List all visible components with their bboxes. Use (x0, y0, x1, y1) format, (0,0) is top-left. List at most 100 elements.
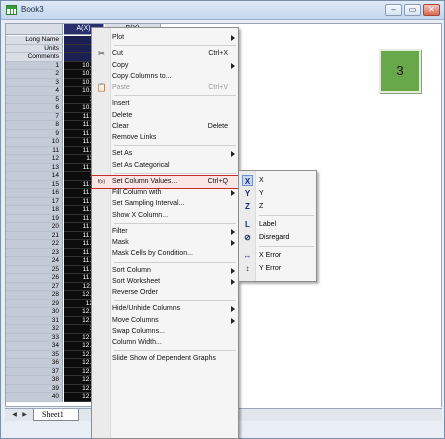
row-header[interactable]: Units (6, 44, 63, 53)
row-header[interactable]: 9 (6, 129, 63, 138)
submenu-item-disregard[interactable]: ⊘ Disregard (239, 231, 316, 244)
sheet-tab[interactable]: Sheet1 (33, 409, 79, 421)
row-header[interactable]: 31 (6, 316, 63, 325)
menu-item-show-x-column[interactable]: Show X Column... (92, 210, 238, 222)
row-header[interactable]: 7 (6, 112, 63, 121)
menu-item-paste[interactable]: 📋 Paste Ctrl+V (92, 82, 238, 94)
menu-item-set-as-categorical[interactable]: Set As Categorical (92, 160, 238, 172)
row-header[interactable]: 30 (6, 308, 63, 317)
row-header[interactable]: 15 (6, 180, 63, 189)
menu-item-mask[interactable]: Mask (92, 237, 238, 249)
row-header[interactable]: 32 (6, 325, 63, 334)
menu-item-set-column-values[interactable]: f(x) Set Column Values... Ctrl+Q (91, 174, 239, 189)
row-header[interactable]: 5 (6, 95, 63, 104)
menu-item-move-columns[interactable]: Move Columns (92, 315, 238, 327)
menu-item-slide-show-of-dependent-graphs[interactable]: Slide Show of Dependent Graphs (92, 353, 238, 365)
row-header[interactable]: 19 (6, 214, 63, 223)
x-error-designation-icon: ↔ (243, 251, 252, 260)
submenu-item-z[interactable]: ZZ (239, 200, 316, 213)
menu-item-label: Show X Column... (112, 211, 169, 219)
row-header[interactable]: 35 (6, 350, 63, 359)
row-header[interactable]: 16 (6, 189, 63, 198)
menu-item-label: Cut (112, 50, 123, 58)
restore-button[interactable]: ▭ (404, 4, 421, 16)
row-header[interactable]: 38 (6, 376, 63, 385)
row-header[interactable]: 26 (6, 274, 63, 283)
minimize-button[interactable]: – (385, 4, 402, 16)
row-header[interactable]: 10 (6, 138, 63, 147)
menu-item-filter[interactable]: Filter (92, 226, 238, 238)
row-header[interactable]: 20 (6, 223, 63, 232)
menu-item-icon: 📋 (96, 83, 107, 92)
menu-item-label: Slide Show of Dependent Graphs (112, 355, 216, 363)
row-header[interactable]: 4 (6, 87, 63, 96)
menu-item-swap-columns[interactable]: Swap Columns... (92, 326, 238, 338)
menu-item-cut[interactable]: ✂ Cut Ctrl+X (92, 48, 238, 60)
row-header[interactable]: 18 (6, 206, 63, 215)
label-designation-icon: L (245, 220, 250, 229)
submenu-item-y[interactable]: YY (239, 187, 316, 200)
row-header[interactable]: 27 (6, 282, 63, 291)
row-header[interactable]: 2 (6, 70, 63, 79)
row-header[interactable]: 1 (6, 61, 63, 70)
row-header[interactable]: 28 (6, 291, 63, 300)
row-header[interactable]: Long Name (6, 36, 63, 45)
menu-item-sort-column[interactable]: Sort Column (92, 265, 238, 277)
tab-scroll-right-icon[interactable]: ▶ (20, 411, 29, 420)
menu-item-sort-worksheet[interactable]: Sort Worksheet (92, 276, 238, 288)
row-header[interactable]: 29 (6, 299, 63, 308)
menu-item-clear[interactable]: Clear Delete (92, 121, 238, 133)
row-header[interactable]: 21 (6, 231, 63, 240)
row-header[interactable]: 12 (6, 155, 63, 164)
row-header[interactable]: 36 (6, 359, 63, 368)
submenu-arrow-icon (231, 228, 235, 235)
row-header[interactable]: 3 (6, 78, 63, 87)
menu-item-insert[interactable]: Insert (92, 98, 238, 110)
menu-item-fill-column-with[interactable]: Fill Column with (92, 187, 238, 199)
row-header[interactable]: 33 (6, 333, 63, 342)
row-header[interactable]: 37 (6, 367, 63, 376)
submenu-arrow-icon (231, 317, 235, 324)
menu-item-copy-columns-to[interactable]: Copy Columns to... (92, 71, 238, 83)
submenu-item-x-error[interactable]: ↔ X Error (239, 249, 316, 262)
menu-separator (114, 145, 236, 147)
row-header[interactable]: 25 (6, 265, 63, 274)
menu-separator (114, 172, 236, 174)
tab-scroll-left-icon[interactable]: ◀ (10, 411, 19, 420)
row-header[interactable]: 24 (6, 257, 63, 266)
set-as-submenu: X X Y Y Z Z L Label ⊘ Disregard ↔ X Error ↕ Y Error (238, 170, 317, 282)
menu-separator (114, 261, 236, 263)
submenu-item-x[interactable]: XX (239, 174, 316, 187)
close-button[interactable]: ✕ (423, 4, 440, 16)
menu-item-copy[interactable]: Copy (92, 60, 238, 72)
menu-item-label: Remove Links (112, 134, 157, 141)
menu-item-label: Reverse Order (112, 289, 158, 296)
row-header[interactable]: 14 (6, 172, 63, 181)
submenu-item-y-error[interactable]: ↕ Y Error (239, 262, 316, 275)
submenu-item-label: X (259, 177, 264, 184)
menu-item-remove-links[interactable]: Remove Links (92, 132, 238, 144)
row-header[interactable]: 6 (6, 104, 63, 113)
row-header[interactable]: 13 (6, 163, 63, 172)
menu-item-plot[interactable]: Plot (92, 32, 238, 44)
row-header[interactable]: 40 (6, 393, 63, 402)
menu-item-delete[interactable]: Delete (92, 110, 238, 122)
title-bar[interactable]: Book3 – ▭ ✕ (1, 1, 444, 20)
row-header[interactable]: 22 (6, 240, 63, 249)
menu-item-hide-unhide-columns[interactable]: Hide/Unhide Columns (92, 303, 238, 315)
menu-item-reverse-order[interactable]: Reverse Order (92, 287, 238, 299)
row-header[interactable]: 23 (6, 248, 63, 257)
submenu-item-label: X Error (259, 252, 282, 259)
row-header[interactable]: 34 (6, 342, 63, 351)
submenu-item-label[interactable]: L Label (239, 218, 316, 231)
menu-item-set-sampling-interval[interactable]: Set Sampling Interval... (92, 198, 238, 210)
row-header[interactable]: 8 (6, 121, 63, 130)
row-header[interactable]: 39 (6, 384, 63, 393)
menu-item-mask-cells-by-condition[interactable]: Mask Cells by Condition... (92, 248, 238, 260)
menu-item-set-as[interactable]: Set As (92, 148, 238, 160)
row-header[interactable]: 17 (6, 197, 63, 206)
select-all-corner[interactable] (6, 24, 63, 35)
row-header[interactable]: Comments (6, 53, 63, 62)
row-header[interactable]: 11 (6, 146, 63, 155)
menu-item-column-width[interactable]: Column Width... (92, 337, 238, 349)
